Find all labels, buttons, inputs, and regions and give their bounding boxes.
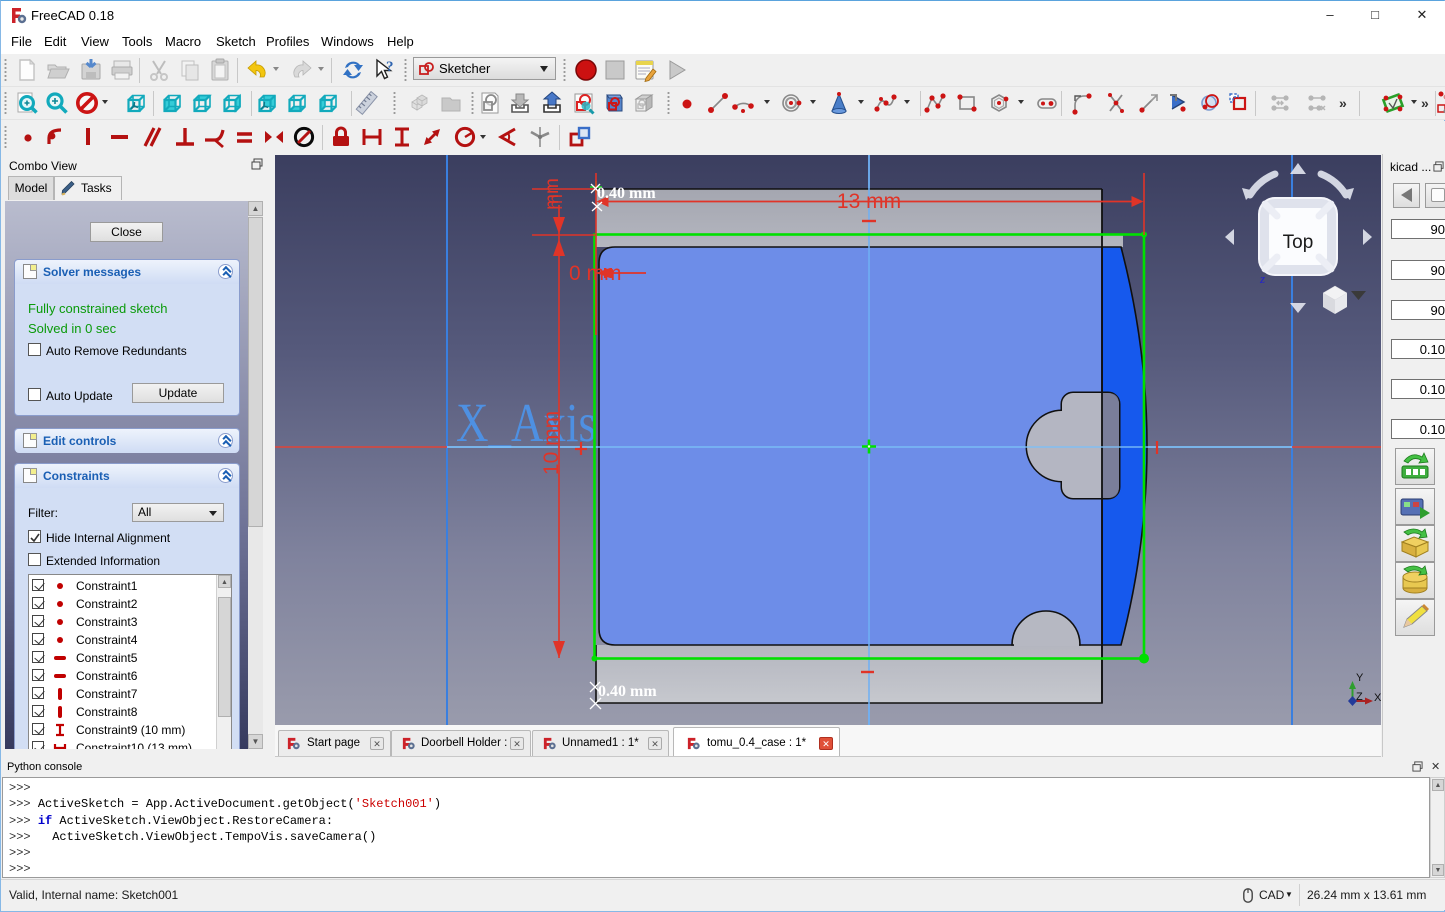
svg-text:0.40 mm: 0.40 mm xyxy=(597,185,656,202)
svg-text:m: m xyxy=(546,194,567,210)
svg-text:X_Axis: X_Axis xyxy=(456,392,596,453)
svg-text:13 mm: 13 mm xyxy=(837,190,901,213)
svg-text:?: ? xyxy=(386,59,394,75)
svg-text:z: z xyxy=(1259,271,1265,286)
svg-text:0.40 mm: 0.40 mm xyxy=(598,683,657,700)
svg-text:Z: Z xyxy=(1356,691,1363,703)
svg-text:Y: Y xyxy=(1356,672,1364,684)
svg-text:X: X xyxy=(1374,692,1381,704)
svg-text:Top: Top xyxy=(1283,232,1314,253)
svg-text:10 mm: 10 mm xyxy=(540,411,563,475)
